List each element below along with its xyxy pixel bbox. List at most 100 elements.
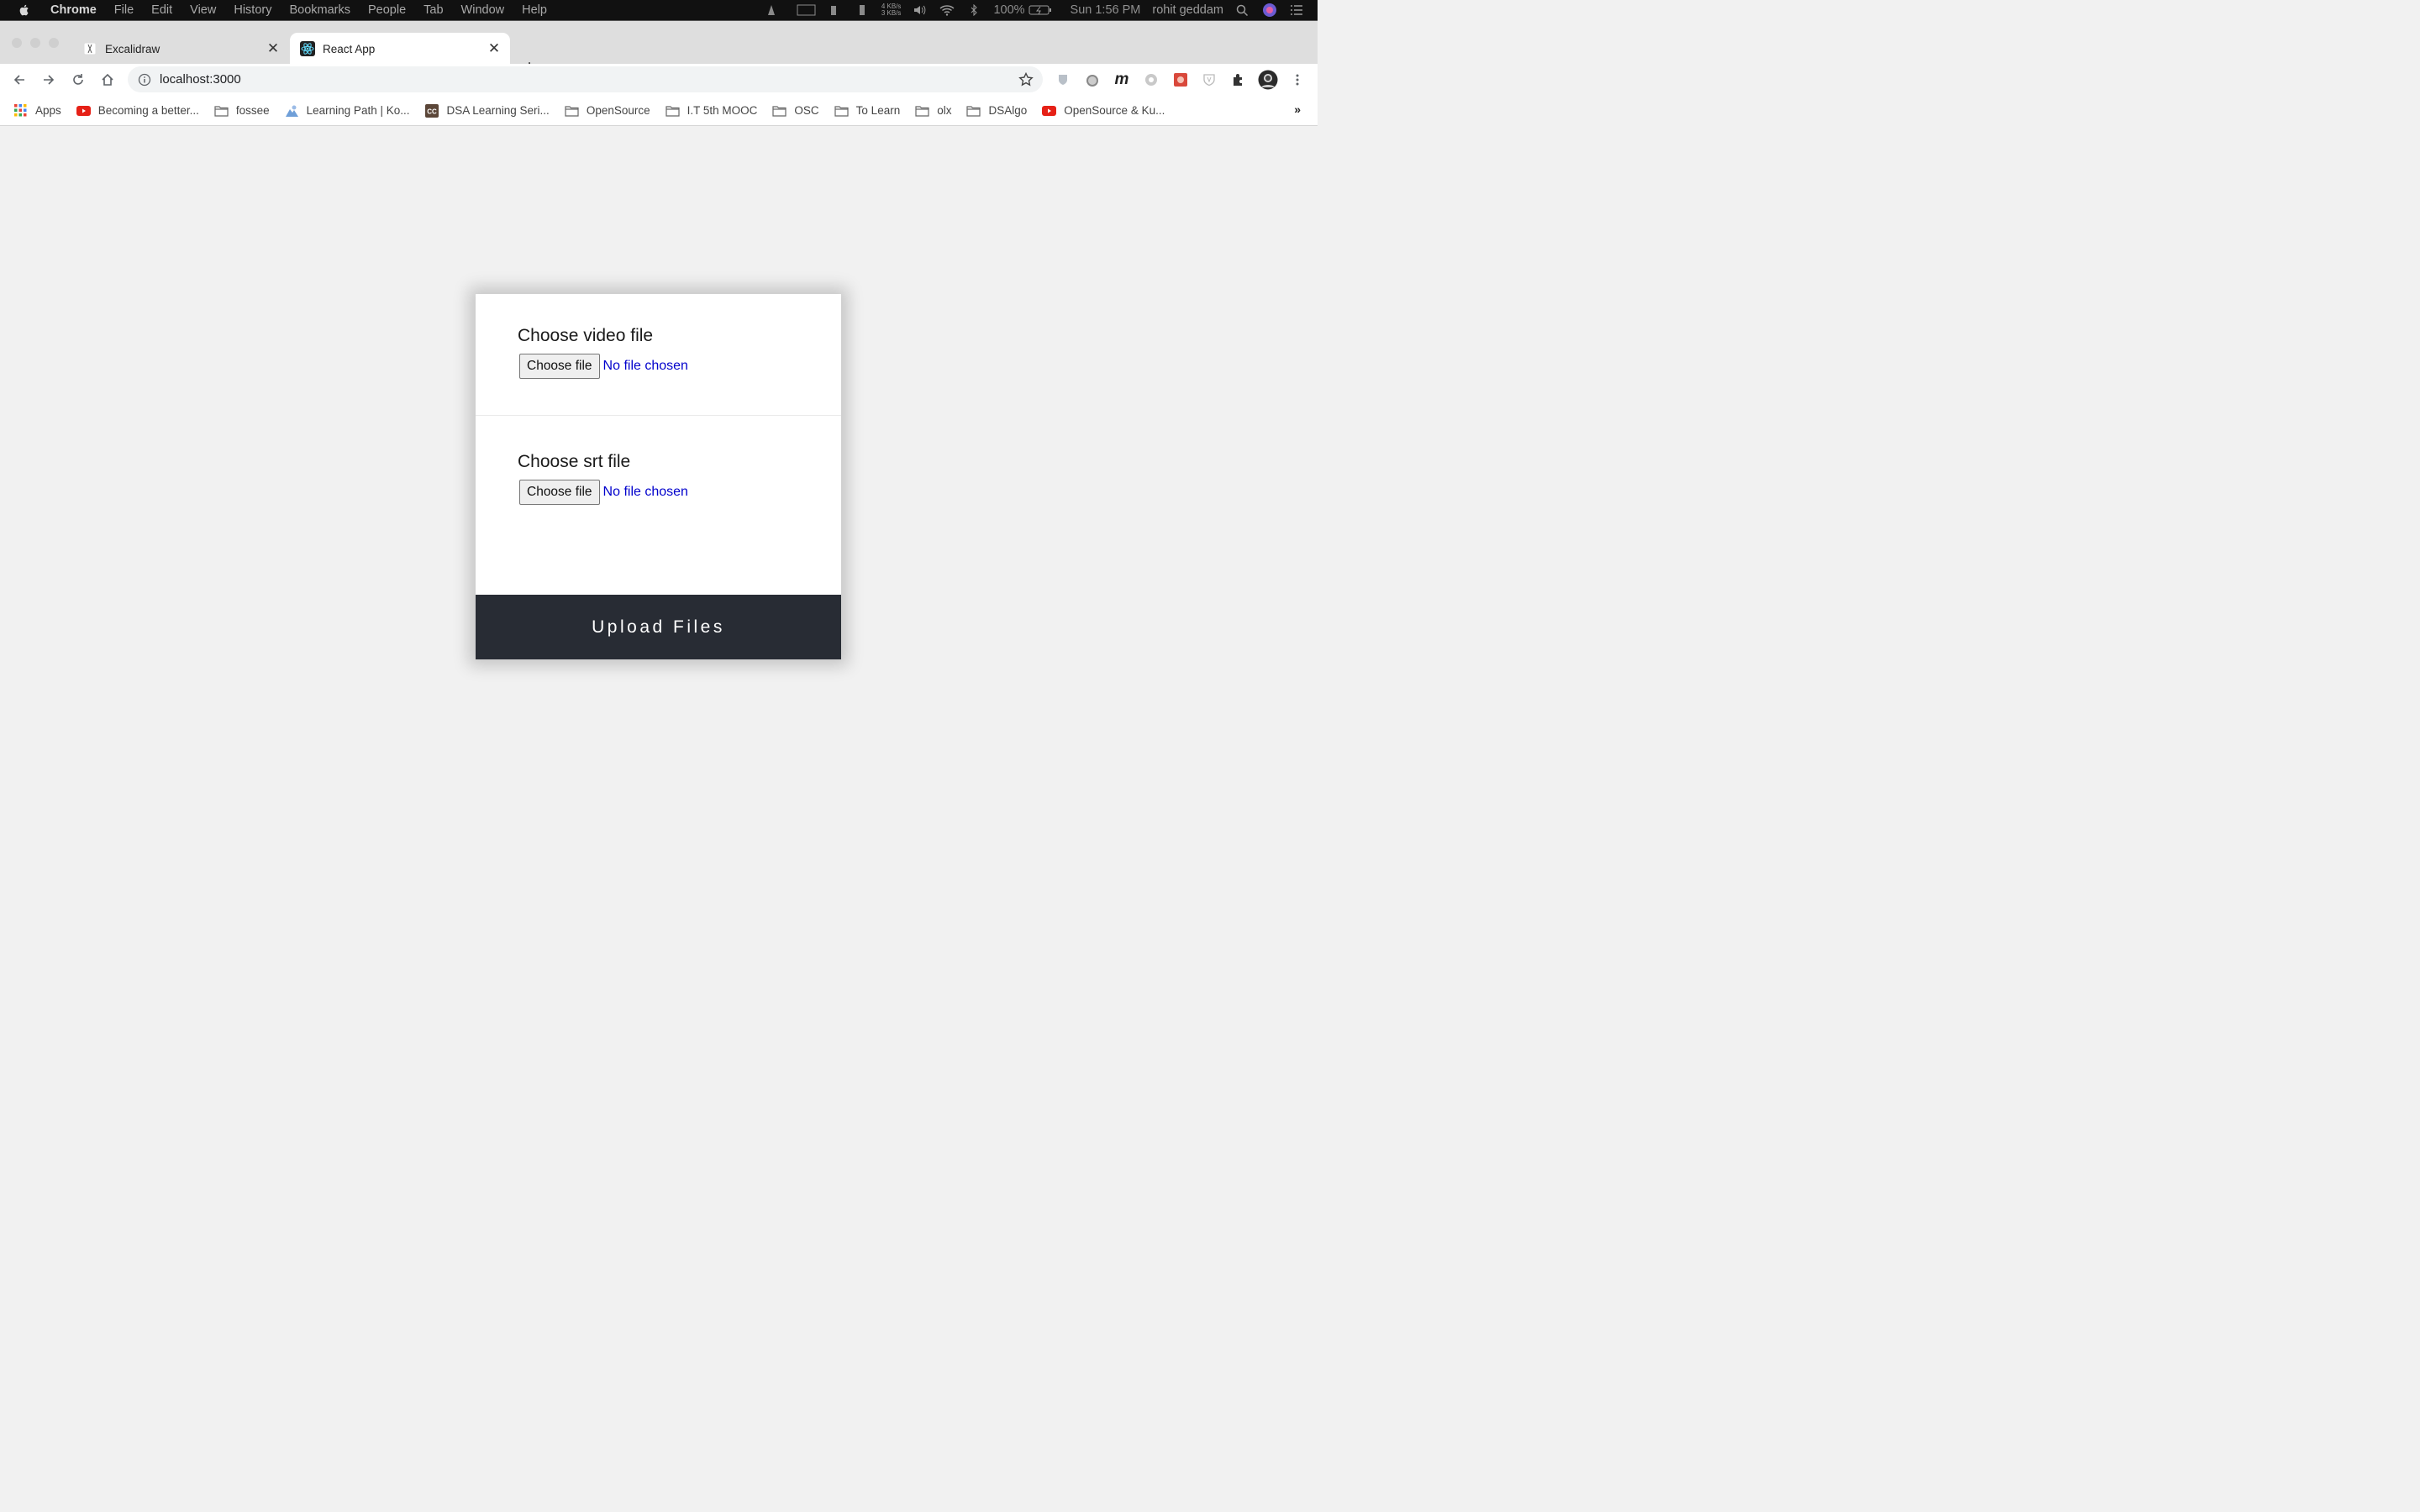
site-info-icon[interactable] bbox=[138, 73, 151, 87]
folder-icon bbox=[214, 104, 229, 117]
react-icon bbox=[300, 41, 315, 56]
red-extension-icon[interactable] bbox=[1171, 71, 1190, 89]
extensions-puzzle-icon[interactable] bbox=[1229, 71, 1248, 89]
bookmark-becoming-a-better[interactable]: Becoming a better... bbox=[76, 104, 199, 117]
macos-menu-bar: Chrome File Edit View History Bookmarks … bbox=[0, 0, 1318, 20]
youtube-icon bbox=[76, 104, 91, 117]
cpu-graph-icon[interactable] bbox=[791, 4, 816, 16]
spotlight-search-icon[interactable] bbox=[1235, 4, 1250, 16]
m-extension-icon[interactable]: m bbox=[1113, 71, 1131, 89]
network-speed[interactable]: 4 KB/s 3 KB/s bbox=[881, 3, 902, 17]
menubar-clock[interactable]: Sun 1:56 PM bbox=[1071, 3, 1141, 17]
volume-icon[interactable] bbox=[913, 4, 928, 16]
bookmark-folder-to-learn[interactable]: To Learn bbox=[834, 104, 901, 117]
apps-grid-icon bbox=[13, 104, 28, 117]
battery-icon[interactable] bbox=[1028, 4, 1052, 16]
choose-video-file-button[interactable]: Choose file bbox=[519, 354, 600, 379]
zoom-window-button[interactable] bbox=[49, 38, 59, 48]
bookmark-label: fossee bbox=[235, 104, 270, 117]
youtube-icon bbox=[1042, 104, 1057, 117]
bookmark-star-icon[interactable] bbox=[1018, 71, 1034, 88]
bookmarks-overflow-chevron-icon[interactable]: » bbox=[1294, 102, 1301, 116]
close-tab-icon[interactable]: ✕ bbox=[266, 40, 281, 57]
menu-window[interactable]: Window bbox=[461, 3, 505, 17]
tomato-timer-extension-icon[interactable] bbox=[1083, 71, 1102, 89]
menubar-user-name[interactable]: rohit geddam bbox=[1152, 3, 1223, 17]
browser-toolbar: localhost:3000 m bbox=[0, 64, 1318, 96]
forward-icon[interactable] bbox=[39, 71, 58, 89]
privacy-shield-extension-icon[interactable] bbox=[1200, 71, 1218, 89]
bookmark-dsa-learning-series[interactable]: CC DSA Learning Seri... bbox=[424, 103, 550, 118]
bookmark-apps[interactable]: Apps bbox=[13, 104, 61, 117]
close-window-button[interactable] bbox=[12, 38, 22, 48]
menu-view[interactable]: View bbox=[190, 3, 216, 17]
bookmarks-bar: Apps Becoming a better... fossee Learnin… bbox=[0, 96, 1318, 126]
bookmark-folder-dsalgo[interactable]: DSAlgo bbox=[966, 104, 1027, 117]
tab-excalidraw[interactable]: Excalidraw ✕ bbox=[72, 33, 289, 65]
menu-bookmarks[interactable]: Bookmarks bbox=[289, 3, 350, 17]
video-file-status[interactable]: No file chosen bbox=[603, 359, 688, 374]
folder-icon bbox=[772, 104, 787, 117]
bookmark-label: OSC bbox=[794, 104, 819, 117]
bookmark-folder-it-5th-mooc[interactable]: I.T 5th MOOC bbox=[666, 104, 758, 117]
bluetooth-icon[interactable] bbox=[966, 4, 981, 16]
bookmark-folder-olx[interactable]: olx bbox=[915, 104, 951, 117]
bookmark-label: To Learn bbox=[855, 104, 901, 117]
bookmark-folder-opensource[interactable]: OpenSource bbox=[565, 104, 650, 117]
menu-history[interactable]: History bbox=[234, 3, 271, 17]
network-download-speed: 3 KB/s bbox=[881, 9, 902, 17]
folder-icon bbox=[834, 104, 849, 117]
choose-srt-file-button[interactable]: Choose file bbox=[519, 480, 600, 505]
bookmark-label: olx bbox=[937, 104, 952, 117]
back-icon[interactable] bbox=[10, 71, 29, 89]
disk-graph-icon[interactable] bbox=[855, 4, 870, 16]
menu-file[interactable]: File bbox=[114, 3, 134, 17]
excalidraw-icon bbox=[82, 41, 97, 56]
battery-percent[interactable]: 100% bbox=[993, 3, 1024, 17]
notification-center-icon[interactable] bbox=[1289, 4, 1304, 16]
reload-icon[interactable] bbox=[69, 71, 87, 89]
bookmark-learning-path[interactable]: Learning Path | Ko... bbox=[285, 104, 410, 117]
menu-edit[interactable]: Edit bbox=[151, 3, 172, 17]
url-text[interactable]: localhost:3000 bbox=[160, 72, 1018, 87]
profile-avatar[interactable] bbox=[1258, 70, 1278, 90]
wifi-icon[interactable] bbox=[939, 4, 955, 16]
shield-extension-icon[interactable] bbox=[1054, 71, 1072, 89]
close-tab-icon[interactable]: ✕ bbox=[487, 40, 502, 57]
upload-files-button[interactable]: Upload Files bbox=[476, 595, 841, 659]
menu-people[interactable]: People bbox=[368, 3, 406, 17]
codechef-icon: CC bbox=[424, 103, 439, 118]
home-icon[interactable] bbox=[98, 71, 117, 89]
folder-icon bbox=[565, 104, 579, 117]
tab-react-app[interactable]: React App ✕ bbox=[290, 33, 510, 65]
minimize-window-button[interactable] bbox=[30, 38, 40, 48]
siri-icon[interactable] bbox=[1262, 3, 1277, 18]
bookmark-folder-fossee[interactable]: fossee bbox=[214, 104, 270, 117]
srt-file-status[interactable]: No file chosen bbox=[603, 485, 688, 500]
apple-icon[interactable] bbox=[17, 3, 32, 18]
folder-icon bbox=[666, 104, 680, 117]
menu-tab[interactable]: Tab bbox=[424, 3, 443, 17]
bookmark-folder-osc[interactable]: OSC bbox=[772, 104, 819, 117]
video-file-heading: Choose video file bbox=[518, 326, 654, 345]
vlc-cone-icon[interactable] bbox=[764, 4, 779, 16]
menu-app-chrome[interactable]: Chrome bbox=[50, 3, 97, 17]
chrome-menu-icon[interactable] bbox=[1288, 71, 1307, 89]
gear-extension-icon[interactable] bbox=[1142, 71, 1160, 89]
bookmark-label: I.T 5th MOOC bbox=[687, 104, 758, 117]
address-bar[interactable]: localhost:3000 bbox=[128, 66, 1043, 92]
bookmark-opensource-ku[interactable]: OpenSource & Ku... bbox=[1042, 104, 1165, 117]
video-file-section: Choose video file Choose file No file ch… bbox=[476, 294, 841, 416]
learning-icon bbox=[285, 104, 299, 117]
bookmark-label: Learning Path | Ko... bbox=[306, 104, 410, 117]
folder-icon bbox=[915, 104, 929, 117]
window-controls bbox=[12, 38, 67, 48]
menu-help[interactable]: Help bbox=[522, 3, 547, 17]
upload-card: Choose video file Choose file No file ch… bbox=[476, 294, 841, 659]
video-file-input[interactable]: Choose file No file chosen bbox=[519, 354, 841, 379]
srt-file-input[interactable]: Choose file No file chosen bbox=[519, 480, 841, 505]
bookmark-label: Apps bbox=[35, 104, 61, 117]
srt-file-heading: Choose srt file bbox=[518, 452, 631, 471]
tab-title: Excalidraw bbox=[105, 42, 160, 55]
memory-graph-icon[interactable] bbox=[828, 4, 843, 16]
